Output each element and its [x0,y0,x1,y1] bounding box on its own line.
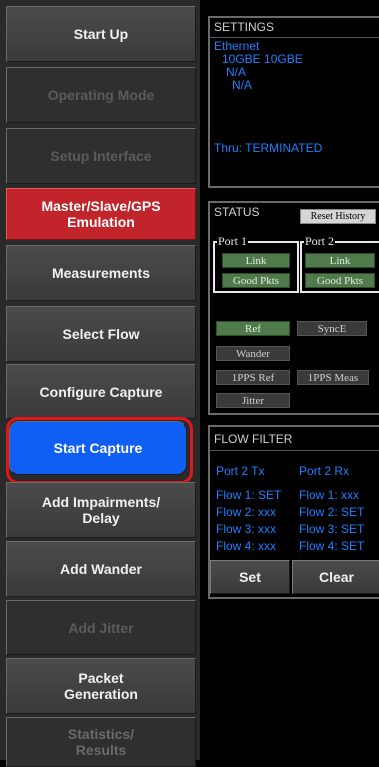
setup-interface-button: Setup Interface [6,128,196,184]
select-flow-label: Select Flow [62,326,140,342]
measurements-button[interactable]: Measurements [6,245,196,301]
start-up-label: Start Up [73,26,129,42]
rx-flow-4: Flow 4: SET [299,539,365,553]
port1-link-indicator: Link [222,253,290,268]
add-jitter-label: Add Jitter [68,619,134,636]
rx-flow-3: Flow 3: SET [299,522,365,536]
select-flow-button[interactable]: Select Flow [6,306,196,362]
start-capture-button[interactable]: Start Capture [9,421,187,475]
synce-indicator: SyncE [297,321,367,336]
add-impairments-label-line2: Delay [82,510,120,526]
master-slave-label-line1: Master/Slave/GPS [41,198,161,214]
statistics-label-line2: Results [75,742,127,758]
configure-capture-label: Configure Capture [39,383,163,400]
tx-flow-1: Flow 1: SET [216,488,282,502]
port2-link-indicator: Link [305,253,375,268]
master-slave-label-line2: Emulation [67,214,135,230]
rx-header: Port 2 Rx [299,464,350,478]
add-wander-label: Add Wander [60,561,142,577]
operating-mode-label: Operating Mode [47,87,155,103]
setup-interface-label: Setup Interface [50,148,152,164]
packet-generation-label-line1: Packet [78,670,124,686]
na-label-2: N/A [232,78,253,92]
wander-indicator: Wander [216,346,290,361]
configure-capture-button[interactable]: Configure Capture [6,364,196,419]
clear-button[interactable]: Clear [292,560,379,594]
flow-filter-panel: FLOW FILTER Port 2 Tx Port 2 Rx Flow 1: … [208,425,379,599]
statistics-label-line1: Statistics/ [67,726,135,742]
rx-flow-1: Flow 1: xxx [299,488,360,502]
add-impairments-label-line1: Add Impairments/ [41,494,161,510]
flow-filter-title: FLOW FILTER [210,427,379,451]
add-jitter-button: Add Jitter [6,600,196,655]
port1-good-pkts-indicator: Good Pkts [222,273,290,288]
port2-label: Port 2 [304,234,336,248]
measurements-label: Measurements [51,265,151,281]
thru-status: Thru: TERMINATED [214,141,323,155]
settings-panel: SETTINGS Ethernet 10GBE 10GBE N/A N/A Th… [208,16,379,188]
packet-generation-label-line2: Generation [64,686,138,702]
pps-meas-indicator: 1PPS Meas [297,370,369,385]
add-impairments-delay-button[interactable]: Add Impairments/ Delay [6,482,196,538]
rx-flow-2: Flow 2: SET [299,505,365,519]
navigation-sidebar: Start Up Operating Mode Setup Interface … [0,0,200,767]
tx-flow-2: Flow 2: xxx [216,505,277,519]
pps-ref-indicator: 1PPS Ref [216,370,290,385]
tx-flow-4: Flow 4: xxx [216,539,277,553]
start-capture-label: Start Capture [53,440,143,456]
jitter-indicator: Jitter [216,393,290,408]
add-wander-button[interactable]: Add Wander [6,541,196,597]
start-up-button[interactable]: Start Up [6,6,196,62]
tx-flow-3: Flow 3: xxx [216,522,277,536]
port2-good-pkts-indicator: Good Pkts [305,273,375,288]
operating-mode-button: Operating Mode [6,67,196,123]
reset-history-button[interactable]: Reset History [300,209,376,224]
settings-title: SETTINGS [210,18,379,38]
ref-indicator: Ref [216,321,290,336]
status-panel: STATUS Reset History Port 1 Link Good Pk… [208,201,379,415]
set-button[interactable]: Set [210,560,290,594]
tx-header: Port 2 Tx [216,464,265,478]
port1-label: Port 1 [217,234,249,248]
master-slave-gps-emulation-button[interactable]: Master/Slave/GPS Emulation [6,188,196,240]
packet-generation-button[interactable]: Packet Generation [6,658,196,714]
